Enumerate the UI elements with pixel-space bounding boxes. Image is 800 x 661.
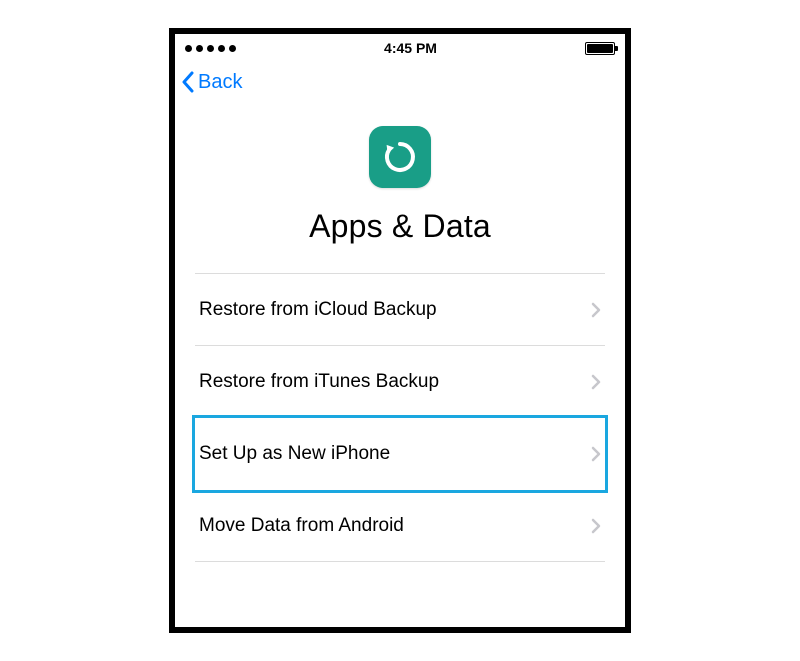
page-title: Apps & Data (175, 208, 625, 245)
option-label: Move Data from Android (199, 515, 404, 537)
option-label: Restore from iCloud Backup (199, 299, 437, 321)
nav-bar: Back (175, 62, 625, 102)
phone-screen: 4:45 PM Back Apps & Data Restore (169, 28, 631, 633)
chevron-right-icon (591, 302, 601, 318)
option-label: Restore from iTunes Backup (199, 371, 439, 393)
chevron-left-icon (181, 71, 196, 93)
option-label: Set Up as New iPhone (199, 443, 390, 465)
options-list: Restore from iCloud Backup Restore from … (195, 273, 605, 562)
chevron-right-icon (591, 374, 601, 390)
chevron-right-icon (591, 518, 601, 534)
option-setup-new[interactable]: Set Up as New iPhone (195, 418, 605, 490)
signal-strength-icon (185, 45, 236, 52)
back-label: Back (198, 71, 242, 94)
back-button[interactable]: Back (181, 71, 242, 94)
battery-icon (585, 42, 615, 55)
chevron-right-icon (591, 446, 601, 462)
option-highlight: Set Up as New iPhone (192, 415, 608, 493)
status-time: 4:45 PM (384, 40, 437, 56)
option-restore-icloud[interactable]: Restore from iCloud Backup (195, 274, 605, 346)
status-bar: 4:45 PM (175, 34, 625, 62)
option-restore-itunes[interactable]: Restore from iTunes Backup (195, 346, 605, 418)
option-move-android[interactable]: Move Data from Android (195, 490, 605, 562)
header-area: Apps & Data (175, 102, 625, 273)
restore-icon (369, 126, 431, 188)
